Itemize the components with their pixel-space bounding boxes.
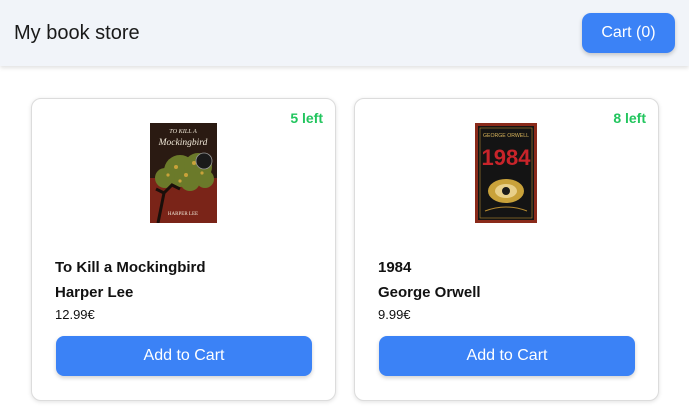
product-card: 8 left GEORGE ORWELL 1984 1984 George Or… <box>354 98 659 401</box>
book-author: George Orwell <box>378 284 481 301</box>
product-card: 5 left TO KILL A Mockingbird HARPER LEE … <box>31 98 336 401</box>
book-price: 9.99€ <box>378 307 411 322</box>
cover-text: HARPER LEE <box>168 212 198 217</box>
add-to-cart-button[interactable]: Add to Cart <box>56 336 312 376</box>
book-title: To Kill a Mockingbird <box>55 259 206 276</box>
header: My book store Cart (0) <box>0 0 689 66</box>
cover-text: GEORGE ORWELL <box>483 133 529 139</box>
cover-text: Mockingbird <box>158 138 208 148</box>
stock-badge: 8 left <box>613 110 646 126</box>
book-cover-image: TO KILL A Mockingbird HARPER LEE <box>150 123 217 223</box>
book-author: Harper Lee <box>55 284 134 301</box>
cover-text: 1984 <box>482 145 532 170</box>
add-to-cart-button[interactable]: Add to Cart <box>379 336 635 376</box>
cart-button[interactable]: Cart (0) <box>582 13 675 53</box>
stock-badge: 5 left <box>290 110 323 126</box>
book-cover-image: GEORGE ORWELL 1984 <box>475 123 537 223</box>
store-title: My book store <box>14 22 140 44</box>
cover-text: TO KILL A <box>169 128 197 135</box>
book-price: 12.99€ <box>55 307 95 322</box>
book-title: 1984 <box>378 259 412 276</box>
